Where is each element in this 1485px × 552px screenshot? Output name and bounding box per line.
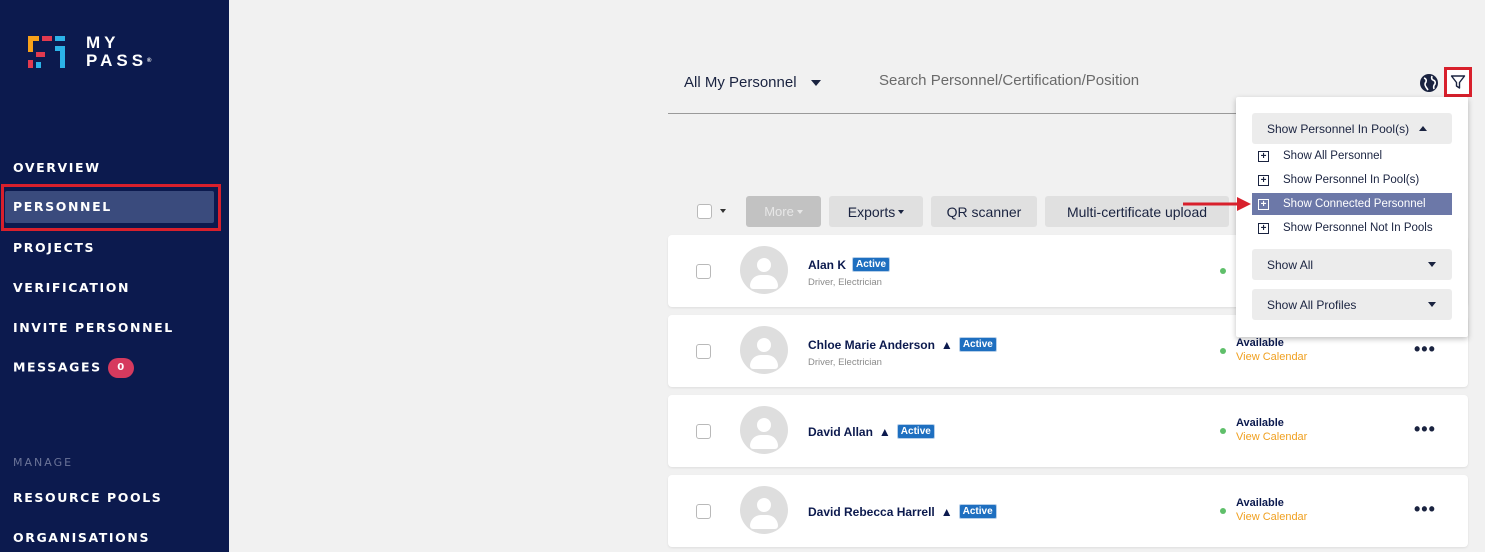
availability-status: Available bbox=[1236, 417, 1284, 429]
personnel-roles: Driver, Electrician bbox=[808, 277, 882, 288]
show-profiles-select[interactable]: Show All Profiles bbox=[1252, 289, 1452, 320]
expand-plus-icon: + bbox=[1258, 222, 1269, 234]
filter-option-label: Show All Personnel bbox=[1283, 150, 1383, 162]
personnel-name[interactable]: Alan K bbox=[808, 258, 846, 272]
logo-text: MY PASS® bbox=[86, 34, 151, 70]
avatar bbox=[740, 246, 788, 294]
caret-down-icon bbox=[898, 209, 905, 214]
expand-plus-icon: + bbox=[1258, 174, 1269, 186]
personnel-highlight-box bbox=[1, 184, 221, 231]
exports-button[interactable]: Exports bbox=[829, 196, 923, 227]
filter-icon bbox=[1450, 75, 1466, 89]
personnel-card[interactable]: David Rebecca Harrell ▲ Active Available… bbox=[668, 475, 1468, 547]
row-checkbox[interactable] bbox=[696, 344, 711, 359]
personnel-name-row: David Allan ▲ Active bbox=[808, 424, 935, 439]
select-menu-caret-icon[interactable] bbox=[720, 209, 726, 213]
filter-option-label: Show Personnel Not In Pools bbox=[1283, 222, 1433, 234]
filter-option-label: Show Personnel In Pool(s) bbox=[1283, 174, 1420, 186]
nav-messages[interactable]: MESSAGES 0 bbox=[13, 358, 134, 378]
qr-scanner-button[interactable]: QR scanner bbox=[931, 196, 1037, 227]
nav-verification[interactable]: VERIFICATION bbox=[13, 280, 130, 295]
nav-overview[interactable]: OVERVIEW bbox=[13, 160, 101, 175]
expand-plus-icon: + bbox=[1258, 150, 1269, 162]
row-checkbox[interactable] bbox=[696, 424, 711, 439]
pool-filter-header-label: Show Personnel In Pool(s) bbox=[1267, 121, 1410, 136]
personnel-name[interactable]: David Allan bbox=[808, 425, 873, 439]
status-badge: Active bbox=[958, 504, 997, 519]
avatar bbox=[740, 326, 788, 374]
availability-status: Available bbox=[1236, 337, 1284, 349]
personnel-card[interactable]: David Allan ▲ Active Available View Cale… bbox=[668, 395, 1468, 467]
status-badge: Active bbox=[958, 337, 997, 352]
view-calendar-link[interactable]: View Calendar bbox=[1236, 351, 1307, 363]
filter-option-not-in-pools[interactable]: + Show Personnel Not In Pools bbox=[1252, 217, 1452, 239]
more-options-icon[interactable]: ••• bbox=[1414, 419, 1436, 440]
filter-option-connected-personnel[interactable]: + Show Connected Personnel bbox=[1252, 193, 1452, 215]
logo-line2: PASS® bbox=[86, 51, 152, 70]
chevron-up-icon bbox=[1419, 126, 1428, 131]
filter-dropdown: Show Personnel In Pool(s) + Show All Pers… bbox=[1236, 97, 1468, 337]
personnel-name-row: David Rebecca Harrell ▲ Active bbox=[808, 504, 997, 519]
filter-option-in-pools[interactable]: + Show Personnel In Pool(s) bbox=[1252, 169, 1452, 191]
availability-dot bbox=[1220, 508, 1226, 514]
view-calendar-link[interactable]: View Calendar bbox=[1236, 511, 1307, 523]
warning-icon: ▲ bbox=[940, 504, 953, 519]
scope-label: All My Personnel bbox=[684, 74, 797, 91]
chevron-down-icon bbox=[810, 80, 821, 87]
search-input[interactable] bbox=[879, 72, 1299, 89]
more-label: More bbox=[764, 204, 794, 219]
warning-icon: ▲ bbox=[878, 424, 891, 439]
row-checkbox[interactable] bbox=[696, 504, 711, 519]
logo-line1: MY bbox=[86, 33, 120, 52]
nav-resource-pools[interactable]: RESOURCE POOLS bbox=[13, 490, 162, 505]
personnel-name[interactable]: Chloe Marie Anderson bbox=[808, 338, 935, 352]
show-profiles-label: Show All Profiles bbox=[1267, 297, 1357, 312]
select-all-checkbox[interactable] bbox=[697, 204, 712, 219]
availability-status: Available bbox=[1236, 497, 1284, 509]
avatar bbox=[740, 406, 788, 454]
nav-organisations[interactable]: ORGANISATIONS bbox=[13, 530, 150, 545]
messages-count-badge: 0 bbox=[107, 358, 134, 378]
view-calendar-link[interactable]: View Calendar bbox=[1236, 431, 1307, 443]
availability-dot bbox=[1220, 348, 1226, 354]
filter-option-all-personnel[interactable]: + Show All Personnel bbox=[1252, 145, 1452, 167]
caret-down-icon bbox=[796, 209, 803, 214]
warning-icon: ▲ bbox=[940, 337, 953, 352]
more-button[interactable]: More bbox=[746, 196, 821, 227]
avatar bbox=[740, 486, 788, 534]
more-options-icon[interactable]: ••• bbox=[1414, 499, 1436, 520]
filter-button[interactable] bbox=[1444, 67, 1472, 97]
more-options-icon[interactable]: ••• bbox=[1414, 339, 1436, 360]
show-all-label: Show All bbox=[1267, 257, 1314, 272]
availability-dot bbox=[1220, 428, 1226, 434]
nav-projects[interactable]: PROJECTS bbox=[13, 240, 95, 255]
annotation-arrow-icon bbox=[1183, 197, 1251, 211]
personnel-roles: Driver, Electrician bbox=[808, 357, 882, 368]
personnel-name-row: Chloe Marie Anderson ▲ Active bbox=[808, 337, 997, 352]
personnel-name-row: Alan K Active bbox=[808, 257, 891, 272]
personnel-name[interactable]: David Rebecca Harrell bbox=[808, 505, 935, 519]
show-all-select[interactable]: Show All bbox=[1252, 249, 1452, 280]
row-checkbox[interactable] bbox=[696, 264, 711, 279]
search-underline bbox=[668, 113, 1236, 114]
filter-option-label: Show Connected Personnel bbox=[1283, 198, 1426, 210]
nav-messages-label: MESSAGES bbox=[13, 359, 102, 375]
exports-label: Exports bbox=[847, 203, 896, 220]
pool-filter-header[interactable]: Show Personnel In Pool(s) bbox=[1252, 113, 1452, 144]
chevron-down-icon bbox=[1428, 262, 1436, 267]
sidebar: MY PASS® OVERVIEW PERSONNEL PROJECTS VER… bbox=[0, 0, 229, 552]
manage-section-label: MANAGE bbox=[13, 456, 74, 469]
chevron-down-icon bbox=[1428, 302, 1436, 307]
mypass-logo[interactable]: MY PASS® bbox=[28, 34, 168, 74]
status-badge: Active bbox=[896, 424, 935, 439]
globe-icon[interactable] bbox=[1419, 73, 1439, 93]
status-badge: Active bbox=[852, 257, 891, 272]
availability-dot bbox=[1220, 268, 1226, 274]
expand-plus-icon: + bbox=[1258, 198, 1269, 210]
nav-invite-personnel[interactable]: INVITE PERSONNEL bbox=[13, 320, 174, 335]
mypass-logo-icon bbox=[28, 36, 65, 68]
personnel-scope-dropdown[interactable]: All My Personnel bbox=[684, 74, 821, 91]
